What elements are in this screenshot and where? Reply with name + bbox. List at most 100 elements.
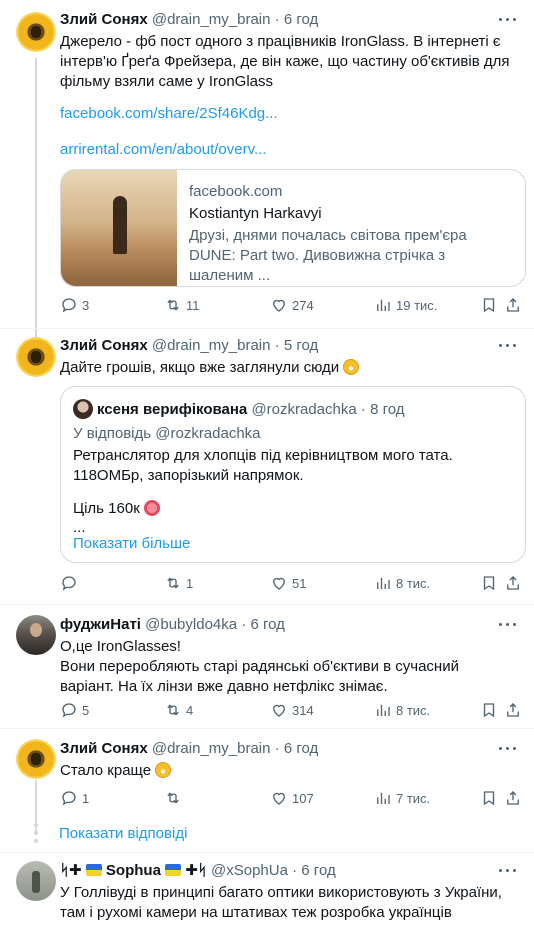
bookmark-button[interactable]	[480, 701, 498, 721]
bookmark-button[interactable]	[480, 789, 498, 809]
share-button[interactable]	[504, 789, 522, 809]
display-name-suffix[interactable]: ✚ᛋ	[181, 862, 207, 879]
timestamp[interactable]: 6 год	[250, 616, 284, 633]
share-icon	[507, 298, 519, 312]
like-button[interactable]: 51	[270, 574, 306, 594]
user-handle[interactable]: @drain_my_brain	[152, 740, 271, 757]
retweet-button[interactable]: 4	[164, 701, 193, 721]
tweet-header: Злий Сонях @drain_my_brain · 5 год	[60, 336, 486, 356]
tweet[interactable]: ᛋ✚ Sophua ✚ᛋ @xSophUa · 6 год У Голлівуд…	[0, 853, 534, 926]
reply-button[interactable]	[60, 574, 82, 594]
more-icon[interactable]	[498, 336, 518, 356]
like-button[interactable]: 107	[270, 789, 314, 809]
heart-icon	[273, 577, 285, 590]
link-arrirental[interactable]: arrirental.com/en/about/overv...	[60, 140, 516, 160]
quoted-tweet[interactable]: ксеня верифікована @rozkradachka · 8 год…	[60, 386, 526, 563]
like-button[interactable]: 314	[270, 701, 314, 721]
display-name[interactable]: Злий Сонях	[60, 337, 148, 354]
reply-button[interactable]: 3	[60, 296, 89, 316]
display-name-prefix[interactable]: ᛋ✚	[60, 862, 86, 879]
views-icon	[377, 704, 390, 716]
tweet-header: Злий Сонях @drain_my_brain · 6 год	[60, 739, 486, 759]
display-name[interactable]: Злий Сонях	[60, 11, 148, 28]
timestamp[interactable]: 6 год	[301, 862, 335, 879]
tweet-header: ᛋ✚ Sophua ✚ᛋ @xSophUa · 6 год	[60, 861, 486, 881]
tweet[interactable]: Злий Сонях @drain_my_brain · 5 год Дайте…	[0, 329, 534, 604]
link-facebook[interactable]: facebook.com/share/2Sf46Kdg...	[60, 104, 516, 124]
avatar[interactable]	[16, 337, 56, 377]
retweet-button[interactable]: 11	[164, 296, 200, 316]
action-bar: 1 51 8 тис.	[60, 574, 522, 594]
share-button[interactable]	[504, 701, 522, 721]
avatar[interactable]	[16, 861, 56, 901]
ukraine-flag-icon	[85, 864, 102, 876]
tweet[interactable]: Злий Сонях @drain_my_brain · 6 год Джере…	[0, 0, 534, 328]
reply-button[interactable]: 5	[60, 701, 89, 721]
more-icon[interactable]	[498, 739, 518, 759]
more-icon[interactable]	[498, 10, 518, 30]
like-count: 107	[292, 791, 314, 806]
more-icon[interactable]	[498, 615, 518, 635]
user-handle[interactable]: @drain_my_brain	[152, 11, 271, 28]
retweet-button[interactable]	[164, 789, 186, 809]
tweet-header: фуджиНаті @bubyldo4ka · 6 год	[60, 615, 486, 635]
bookmark-button[interactable]	[480, 296, 498, 316]
bookmark-icon	[483, 703, 495, 718]
show-more-link[interactable]: Показати більше	[73, 534, 190, 554]
bookmark-icon	[483, 298, 495, 313]
tweet[interactable]: фуджиНаті @bubyldo4ka · 6 год О,це IronG…	[0, 605, 534, 728]
tweet[interactable]: Злий Сонях @drain_my_brain · 6 год Стало…	[0, 729, 534, 819]
more-icon[interactable]	[498, 861, 518, 881]
quote-text: Ретранслятор для хлопців під керівництво…	[73, 447, 453, 484]
views-button[interactable]: 8 тис.	[374, 701, 430, 721]
display-name[interactable]: Sophua	[106, 862, 161, 879]
bookmark-icon	[483, 791, 495, 806]
card-title: Kostiantyn Harkavyi	[189, 205, 322, 222]
share-icon	[507, 703, 519, 717]
like-count: 51	[292, 576, 307, 591]
quote-reply-to: У відповідь @rozkradachka	[73, 425, 261, 442]
avatar[interactable]	[16, 615, 56, 655]
share-button[interactable]	[504, 574, 522, 594]
views-count: 8 тис.	[396, 576, 431, 591]
bookmark-button[interactable]	[480, 574, 498, 594]
retweet-icon	[167, 577, 179, 589]
avatar[interactable]	[16, 739, 56, 779]
display-name[interactable]: фуджиНаті	[60, 616, 141, 633]
share-button[interactable]	[504, 296, 522, 316]
views-button[interactable]: 8 тис.	[374, 574, 430, 594]
action-bar: 3 11 274 19 тис.	[60, 296, 522, 316]
user-handle[interactable]: @bubyldo4ka	[145, 616, 237, 633]
tweet-text: Стало краще	[60, 761, 516, 781]
timestamp[interactable]: 6 год	[284, 11, 318, 28]
separator-dot: ·	[356, 401, 371, 418]
retweet-icon	[167, 704, 179, 716]
link-preview-card[interactable]: facebook.com Kostiantyn Harkavyi Друзі, …	[60, 169, 526, 287]
separator-dot: ·	[270, 740, 284, 757]
user-handle[interactable]: @xSophUa	[211, 862, 288, 879]
reply-icon	[62, 791, 76, 806]
heart-icon	[273, 299, 285, 312]
show-replies-link[interactable]: Показати відповіді	[59, 824, 187, 844]
tweet-text: О,це IronGlasses! Вони переробляють стар…	[60, 638, 459, 695]
reply-button[interactable]: 1	[60, 789, 89, 809]
card-image	[61, 170, 177, 286]
quote-avatar	[73, 399, 93, 419]
like-button[interactable]: 274	[270, 296, 314, 316]
retweet-button[interactable]: 1	[164, 574, 193, 594]
views-button[interactable]: 19 тис.	[374, 296, 437, 316]
views-icon	[377, 577, 390, 589]
display-name[interactable]: Злий Сонях	[60, 740, 148, 757]
user-handle[interactable]: @drain_my_brain	[152, 337, 271, 354]
tweet-text: Дайте грошів, якщо вже заглянули сюди	[60, 358, 516, 378]
views-count: 19 тис.	[396, 298, 438, 313]
views-button[interactable]: 7 тис.	[374, 789, 430, 809]
quote-timestamp: 8 год	[370, 401, 405, 418]
quote-handle: @rozkradachka	[251, 401, 357, 418]
timestamp[interactable]: 5 год	[284, 337, 318, 354]
card-domain: facebook.com	[189, 183, 283, 200]
action-bar: 5 4 314 8 тис.	[60, 701, 522, 721]
avatar[interactable]	[16, 12, 56, 52]
like-count: 274	[292, 298, 314, 313]
timestamp[interactable]: 6 год	[284, 740, 318, 757]
